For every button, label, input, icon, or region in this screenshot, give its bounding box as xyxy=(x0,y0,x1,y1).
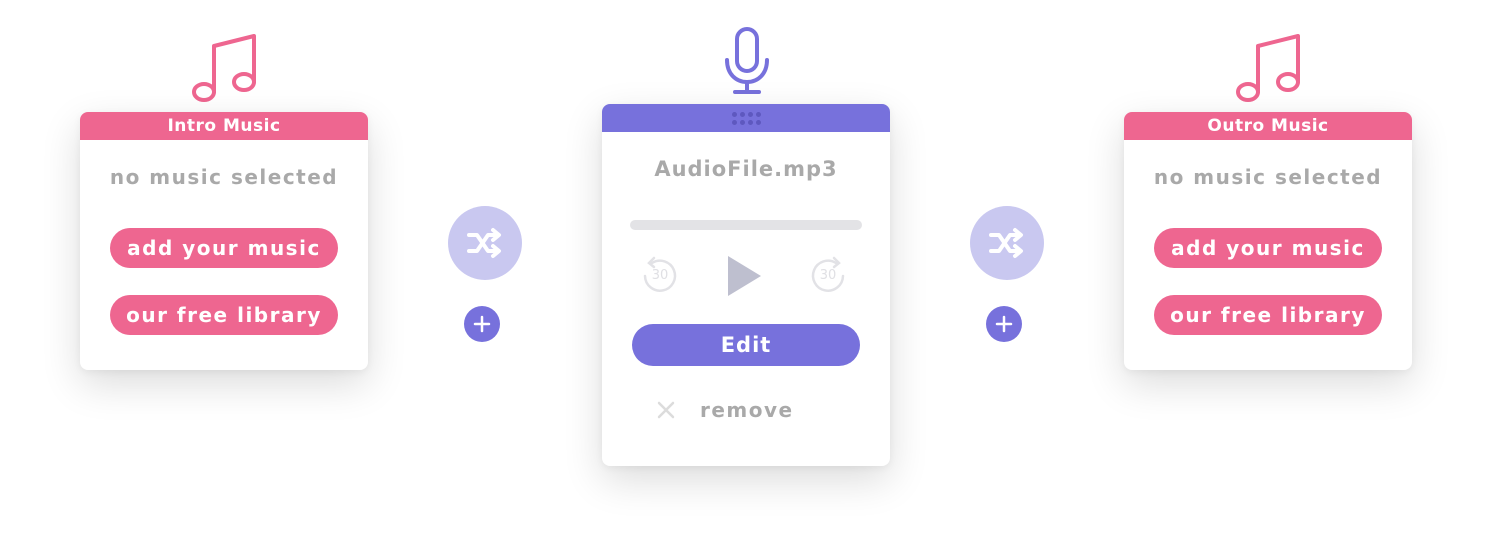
outro-transition-shuffle-button[interactable] xyxy=(970,206,1044,280)
intro-add-your-music-button[interactable]: add your music xyxy=(110,228,338,268)
outro-status: no music selected xyxy=(1153,165,1383,189)
forward-seconds-label: 30 xyxy=(819,268,837,283)
remove-label: remove xyxy=(700,398,794,422)
intro-add-segment-button[interactable] xyxy=(464,306,500,342)
intro-transition-shuffle-button[interactable] xyxy=(448,206,522,280)
play-icon xyxy=(728,256,761,296)
outro-music-title: Outro Music xyxy=(1124,112,1412,140)
audio-progress-track[interactable] xyxy=(630,220,862,230)
rewind-30-button[interactable]: 30 xyxy=(640,256,680,296)
grip-icon xyxy=(731,111,761,125)
rewind-seconds-label: 30 xyxy=(651,268,669,283)
intro-free-library-button[interactable]: our free library xyxy=(110,295,338,335)
outro-add-your-music-button[interactable]: add your music xyxy=(1154,228,1382,268)
forward-30-button[interactable]: 30 xyxy=(808,256,848,296)
main-audio-card: AudioFile.mp3 30 30 Edit remove xyxy=(602,104,890,466)
remove-button[interactable]: remove xyxy=(656,398,794,422)
plus-icon xyxy=(995,315,1013,333)
outro-free-library-button[interactable]: our free library xyxy=(1154,295,1382,335)
outro-music-note-icon xyxy=(1236,34,1300,102)
intro-music-card: Intro Music no music selected add your m… xyxy=(80,112,368,370)
intro-music-note-icon xyxy=(192,34,256,102)
play-button[interactable] xyxy=(728,256,762,296)
outro-music-card: Outro Music no music selected add your m… xyxy=(1124,112,1412,370)
close-icon xyxy=(657,401,675,419)
drag-handle-bar[interactable] xyxy=(602,104,890,132)
shuffle-icon xyxy=(467,228,501,258)
shuffle-icon xyxy=(989,228,1023,258)
outro-add-segment-button[interactable] xyxy=(986,306,1022,342)
intro-status: no music selected xyxy=(109,165,339,189)
microphone-icon xyxy=(725,27,769,94)
audio-filename: AudioFile.mp3 xyxy=(654,157,838,181)
plus-icon xyxy=(473,315,491,333)
edit-button[interactable]: Edit xyxy=(632,324,860,366)
intro-music-title: Intro Music xyxy=(80,112,368,140)
